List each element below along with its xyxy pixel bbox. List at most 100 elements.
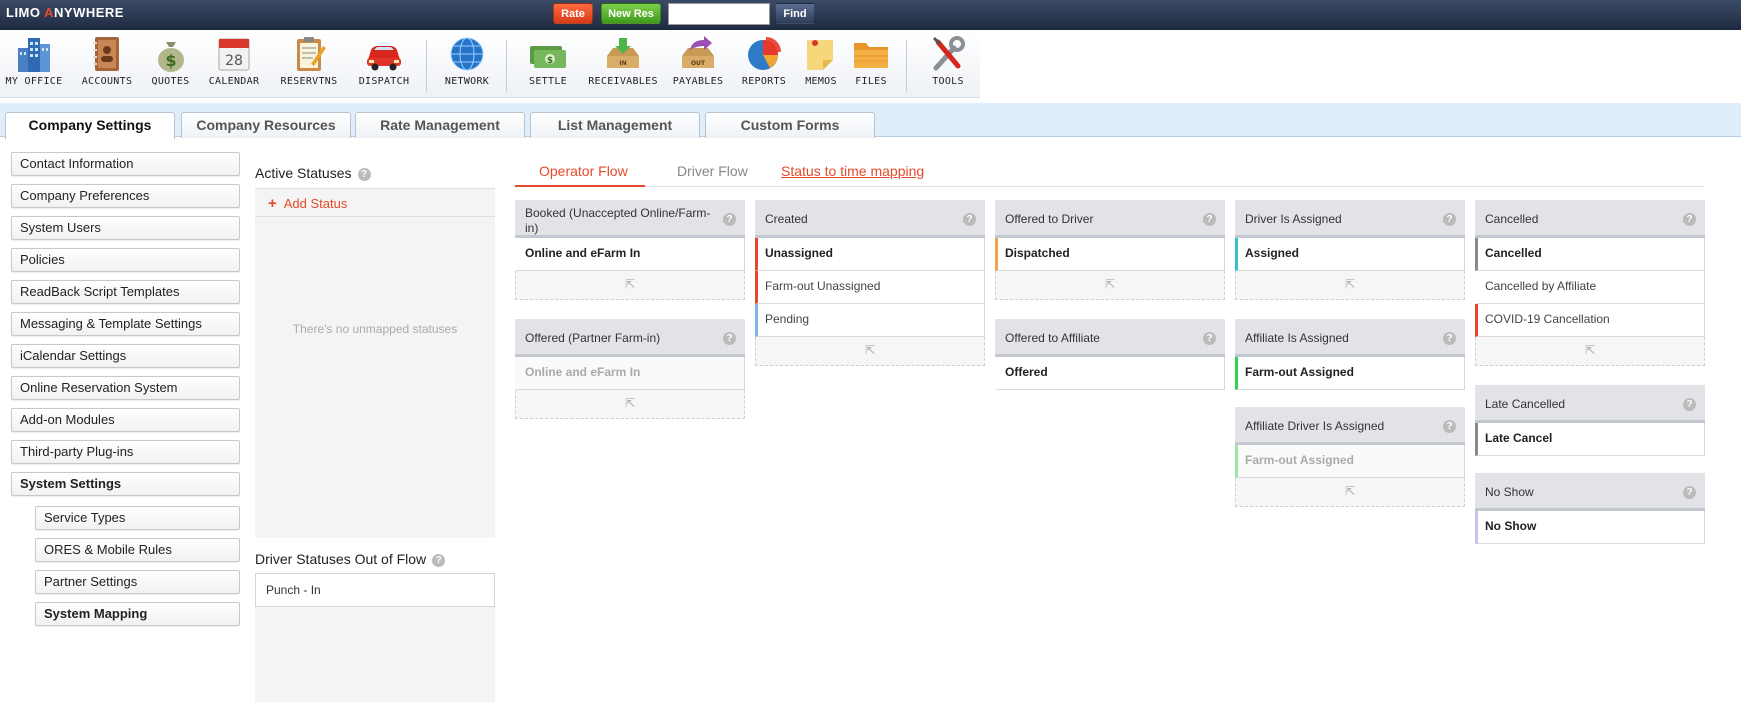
sidebar-subitem-ores-mobile-rules[interactable]: ORES & Mobile Rules	[35, 538, 240, 562]
sidebar-item-readback-script-templates[interactable]: ReadBack Script Templates	[11, 280, 240, 304]
status-item[interactable]: Farm-out Assigned	[1235, 445, 1465, 478]
tab-driver-flow[interactable]: Driver Flow	[677, 163, 748, 179]
expand-drop-zone[interactable]: ⇱	[995, 271, 1225, 300]
toolbar-receivables[interactable]: IN RECEIVABLES	[585, 34, 661, 96]
help-icon[interactable]: ?	[1203, 213, 1216, 226]
sidebar-item-third-party-plugins[interactable]: Third-party Plug-ins	[11, 440, 240, 464]
expand-drop-zone[interactable]: ⇱	[515, 390, 745, 419]
expand-icon: ⇱	[1344, 484, 1356, 498]
svg-text:$: $	[547, 56, 553, 66]
settings-tabs: Company Settings Company Resources Rate …	[0, 103, 1741, 139]
toolbar-tools[interactable]: TOOLS	[918, 34, 978, 96]
status-item[interactable]: Farm-out Assigned	[1235, 357, 1465, 390]
tab-company-settings[interactable]: Company Settings	[5, 112, 175, 139]
status-item[interactable]: Unassigned	[755, 238, 985, 271]
rate-button[interactable]: Rate	[553, 3, 593, 24]
divider	[255, 216, 495, 217]
toolbar-separator	[506, 40, 507, 92]
wrench-screwdriver-icon	[932, 36, 965, 71]
add-status-button[interactable]: + Add Status	[268, 195, 347, 212]
toolbar-dispatch[interactable]: DISPATCH	[350, 34, 418, 96]
toolbar-settle[interactable]: $ SETTLE	[515, 34, 581, 96]
toolbar-network[interactable]: NETWORK	[435, 34, 499, 96]
status-time-mapping-link[interactable]: Status to time mapping	[781, 163, 924, 179]
help-icon[interactable]: ?	[1443, 420, 1456, 433]
status-group-no-show: No Show? No Show	[1475, 473, 1705, 544]
status-item[interactable]: Online and eFarm In	[515, 357, 745, 390]
folder-icon	[854, 43, 888, 68]
help-icon[interactable]: ?	[1683, 398, 1696, 411]
sidebar-subitem-partner-settings[interactable]: Partner Settings	[35, 570, 240, 594]
status-group-title: Offered (Partner Farm-in)?	[515, 319, 745, 357]
status-item[interactable]: Cancelled by Affiliate	[1475, 271, 1705, 304]
sidebar-subitem-service-types[interactable]: Service Types	[35, 506, 240, 530]
car-icon	[367, 46, 401, 71]
status-item[interactable]: Offered	[995, 357, 1225, 390]
toolbar-reports[interactable]: REPORTS	[733, 34, 795, 96]
tab-rate-management[interactable]: Rate Management	[355, 112, 525, 138]
toolbar-my-office[interactable]: MY OFFICE	[0, 34, 68, 96]
help-icon[interactable]: ?	[1443, 213, 1456, 226]
toolbar-payables[interactable]: OUT PAYABLES	[666, 34, 730, 96]
help-icon[interactable]: ?	[963, 213, 976, 226]
help-icon[interactable]: ?	[1683, 213, 1696, 226]
expand-icon: ⇱	[864, 343, 876, 357]
status-item[interactable]: COVID-19 Cancellation	[1475, 304, 1705, 337]
help-icon[interactable]: ?	[723, 213, 736, 226]
status-item[interactable]: Assigned	[1235, 238, 1465, 271]
status-item[interactable]: No Show	[1475, 511, 1705, 544]
expand-drop-zone[interactable]: ⇱	[1235, 271, 1465, 300]
flow-tabs-underline	[515, 186, 1705, 187]
expand-drop-zone[interactable]: ⇱	[755, 337, 985, 366]
help-icon[interactable]: ?	[1683, 486, 1696, 499]
expand-drop-zone[interactable]: ⇱	[515, 271, 745, 300]
sidebar-item-policies[interactable]: Policies	[11, 248, 240, 272]
sidebar-item-system-users[interactable]: System Users	[11, 216, 240, 240]
toolbar-files[interactable]: FILES	[848, 34, 894, 96]
sidebar-item-online-reservation-system[interactable]: Online Reservation System	[11, 376, 240, 400]
new-res-button[interactable]: New Res	[601, 3, 661, 24]
toolbar-calendar[interactable]: 28 CALENDAR	[200, 34, 268, 96]
sidebar-item-system-settings[interactable]: System Settings	[11, 472, 240, 496]
help-icon[interactable]: ?	[1443, 332, 1456, 345]
expand-icon: ⇱	[1344, 277, 1356, 291]
help-icon[interactable]: ?	[357, 167, 371, 181]
sidebar-item-add-on-modules[interactable]: Add-on Modules	[11, 408, 240, 432]
status-item[interactable]: Farm-out Unassigned	[755, 271, 985, 304]
search-input[interactable]	[668, 3, 770, 25]
expand-drop-zone[interactable]: ⇱	[1475, 337, 1705, 366]
status-item[interactable]: Late Cancel	[1475, 423, 1705, 456]
help-icon[interactable]: ?	[1203, 332, 1216, 345]
status-group-title: Offered to Affiliate?	[995, 319, 1225, 357]
find-button[interactable]: Find	[775, 3, 815, 24]
status-group-title: Affiliate Is Assigned?	[1235, 319, 1465, 357]
sidebar-item-contact-information[interactable]: Contact Information	[11, 152, 240, 176]
tab-custom-forms[interactable]: Custom Forms	[705, 112, 875, 138]
status-group-driver-assigned: Driver Is Assigned? Assigned ⇱	[1235, 200, 1465, 300]
driver-statuses-out-of-flow-title: Driver Statuses Out of Flow?	[255, 551, 446, 567]
toolbar-accounts[interactable]: ACCOUNTS	[75, 34, 139, 96]
cash-icon: $	[530, 46, 566, 68]
tab-operator-flow[interactable]: Operator Flow	[539, 163, 628, 179]
expand-icon: ⇱	[624, 277, 636, 291]
expand-drop-zone[interactable]: ⇱	[1235, 478, 1465, 507]
toolbar-memos[interactable]: MEMOS	[797, 34, 845, 96]
money-bag-icon: $	[157, 42, 184, 72]
status-group-booked: Booked (Unaccepted Online/Farm-in)? Onli…	[515, 200, 745, 300]
toolbar-reservations[interactable]: RESERVTNS	[272, 34, 346, 96]
sidebar-subitem-system-mapping[interactable]: System Mapping	[35, 602, 240, 626]
help-icon[interactable]: ?	[432, 553, 446, 567]
status-item[interactable]: Online and eFarm In	[515, 238, 745, 271]
sidebar-item-icalendar-settings[interactable]: iCalendar Settings	[11, 344, 240, 368]
tab-company-resources[interactable]: Company Resources	[181, 112, 351, 138]
help-icon[interactable]: ?	[723, 332, 736, 345]
status-item[interactable]: Cancelled	[1475, 238, 1705, 271]
status-item[interactable]: Pending	[755, 304, 985, 337]
driver-status-item[interactable]: Punch - In	[255, 573, 495, 607]
tab-list-management[interactable]: List Management	[530, 112, 700, 138]
toolbar-quotes[interactable]: $ QUOTES	[143, 34, 198, 96]
sidebar-item-company-preferences[interactable]: Company Preferences	[11, 184, 240, 208]
status-group-title: Booked (Unaccepted Online/Farm-in)?	[515, 200, 745, 238]
sidebar-item-messaging-template-settings[interactable]: Messaging & Template Settings	[11, 312, 240, 336]
status-item[interactable]: Dispatched	[995, 238, 1225, 271]
